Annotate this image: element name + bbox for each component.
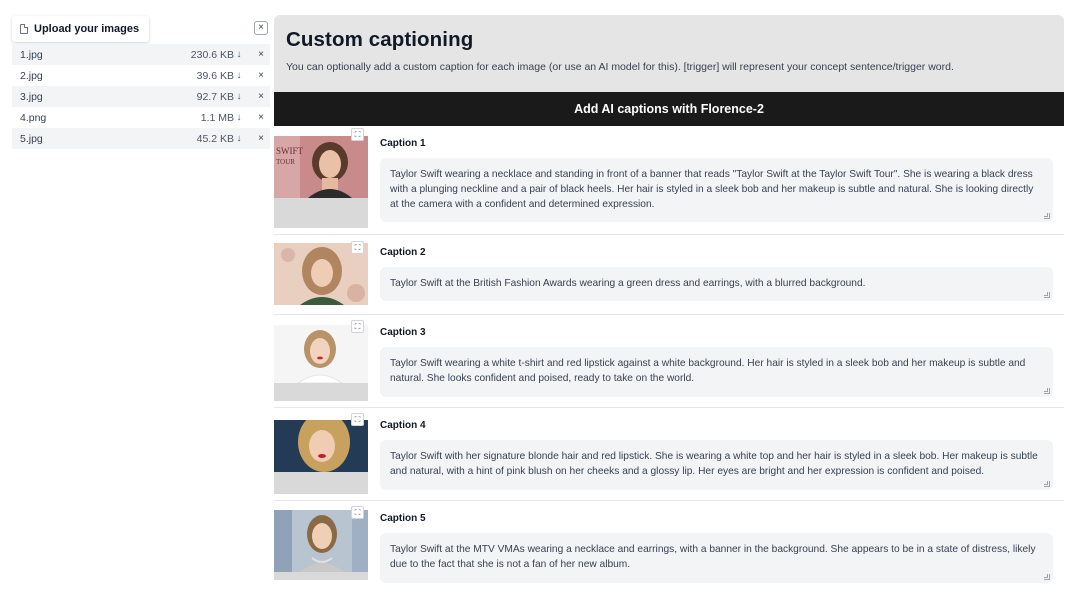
caption-label: Caption 2: [380, 247, 426, 258]
resize-handle-icon[interactable]: [1044, 213, 1050, 219]
caption-row: ⛶ Caption 5 Taylor Swift at the MTV VMAs…: [274, 501, 1064, 597]
remove-file-icon[interactable]: ×: [244, 91, 264, 102]
upload-button-label: Upload your images: [34, 23, 140, 35]
image-thumbnail[interactable]: SWIFT TOUR ⛶: [274, 126, 368, 234]
file-size: 45.2 KB: [196, 132, 234, 145]
file-row: 3.jpg 92.7 KB ↓ ×: [12, 86, 270, 107]
caption-field: Caption 5 Taylor Swift at the MTV VMAs w…: [380, 501, 1053, 583]
caption-text: Taylor Swift with her signature blonde h…: [390, 451, 1038, 478]
thumbnail-padding: [274, 472, 368, 494]
caption-textarea[interactable]: Taylor Swift at the MTV VMAs wearing a n…: [380, 533, 1053, 583]
download-icon[interactable]: ↓: [234, 133, 244, 144]
caption-row: SWIFT TOUR ⛶ Caption 1 Taylor Swift wear…: [274, 126, 1064, 235]
caption-label: Caption 1: [380, 138, 426, 149]
caption-label: Caption 3: [380, 327, 426, 338]
thumbnail-padding: [274, 198, 368, 228]
caption-field: Caption 4 Taylor Swift with her signatur…: [380, 408, 1053, 490]
caption-label: Caption 5: [380, 513, 426, 524]
caption-text: Taylor Swift wearing a white t-shirt and…: [390, 358, 1026, 385]
expand-icon[interactable]: ⛶: [351, 320, 364, 333]
caption-label: Caption 4: [380, 420, 426, 431]
file-size: 92.7 KB: [196, 90, 234, 103]
caption-textarea[interactable]: Taylor Swift with her signature blonde h…: [380, 440, 1053, 490]
expand-icon[interactable]: ⛶: [351, 128, 364, 141]
caption-textarea[interactable]: Taylor Swift at the British Fashion Awar…: [380, 267, 1053, 301]
resize-handle-icon[interactable]: [1044, 481, 1050, 487]
file-row: 5.jpg 45.2 KB ↓ ×: [12, 128, 270, 149]
image-thumbnail[interactable]: ⛶: [274, 235, 368, 314]
photo-thumbnail: SWIFT TOUR: [274, 136, 368, 198]
caption-field: Caption 3 Taylor Swift wearing a white t…: [380, 315, 1053, 397]
remove-file-icon[interactable]: ×: [244, 49, 264, 60]
caption-row: ⛶ Caption 4 Taylor Swift with her signat…: [274, 408, 1064, 501]
upload-images-button[interactable]: Upload your images: [12, 16, 150, 42]
image-thumbnail[interactable]: ⛶: [274, 315, 368, 407]
download-icon[interactable]: ↓: [234, 91, 244, 102]
download-icon[interactable]: ↓: [234, 70, 244, 81]
caption-text: Taylor Swift at the British Fashion Awar…: [390, 278, 866, 289]
caption-field: Caption 2 Taylor Swift at the British Fa…: [380, 235, 1053, 301]
image-thumbnail[interactable]: ⛶: [274, 501, 368, 597]
add-ai-captions-button[interactable]: Add AI captions with Florence-2: [274, 92, 1064, 126]
thumbnail-padding: [274, 572, 368, 580]
thumbnail-padding: [274, 383, 368, 401]
file-name[interactable]: 1.jpg: [20, 49, 144, 61]
page-description: You can optionally add a custom caption …: [286, 61, 954, 73]
file-row: 4.png 1.1 MB ↓ ×: [12, 107, 270, 128]
file-name[interactable]: 3.jpg: [20, 91, 144, 103]
file-size: 39.6 KB: [196, 69, 234, 82]
download-icon[interactable]: ↓: [234, 112, 244, 123]
download-icon[interactable]: ↓: [234, 49, 244, 60]
file-icon: [20, 24, 28, 34]
expand-icon[interactable]: ⛶: [351, 241, 364, 254]
resize-handle-icon[interactable]: [1044, 292, 1050, 298]
file-name[interactable]: 2.jpg: [20, 70, 144, 82]
caption-textarea[interactable]: Taylor Swift wearing a white t-shirt and…: [380, 347, 1053, 397]
file-size: 1.1 MB: [200, 111, 234, 124]
page-title: Custom captioning: [286, 28, 474, 51]
photo-thumbnail: [274, 420, 368, 472]
resize-handle-icon[interactable]: [1044, 388, 1050, 394]
file-list: 1.jpg 230.6 KB ↓ × 2.jpg 39.6 KB ↓ × 3.j…: [12, 44, 270, 149]
photo-thumbnail: [274, 510, 368, 572]
file-name[interactable]: 5.jpg: [20, 133, 144, 145]
captioning-panel: Custom captioning You can optionally add…: [274, 15, 1064, 597]
caption-textarea[interactable]: Taylor Swift wearing a necklace and stan…: [380, 158, 1053, 222]
caption-field: Caption 1 Taylor Swift wearing a necklac…: [380, 126, 1053, 222]
file-row: 1.jpg 230.6 KB ↓ ×: [12, 44, 270, 65]
file-name[interactable]: 4.png: [20, 112, 144, 124]
svg-text:TOUR: TOUR: [276, 158, 295, 166]
remove-file-icon[interactable]: ×: [244, 112, 264, 123]
resize-handle-icon[interactable]: [1044, 574, 1050, 580]
caption-text: Taylor Swift at the MTV VMAs wearing a n…: [390, 544, 1036, 571]
image-thumbnail[interactable]: ⛶: [274, 408, 368, 500]
file-row: 2.jpg 39.6 KB ↓ ×: [12, 65, 270, 86]
caption-row: ⛶ Caption 3 Taylor Swift wearing a white…: [274, 315, 1064, 408]
clear-files-icon[interactable]: ×: [254, 21, 268, 35]
expand-icon[interactable]: ⛶: [351, 413, 364, 426]
photo-thumbnail: [274, 325, 368, 383]
svg-text:SWIFT: SWIFT: [276, 146, 304, 156]
remove-file-icon[interactable]: ×: [244, 70, 264, 81]
file-size: 230.6 KB: [190, 48, 234, 61]
caption-row: ⛶ Caption 2 Taylor Swift at the British …: [274, 235, 1064, 315]
caption-text: Taylor Swift wearing a necklace and stan…: [390, 169, 1034, 211]
remove-file-icon[interactable]: ×: [244, 133, 264, 144]
expand-icon[interactable]: ⛶: [351, 506, 364, 519]
captioning-header: Custom captioning You can optionally add…: [274, 15, 1064, 92]
